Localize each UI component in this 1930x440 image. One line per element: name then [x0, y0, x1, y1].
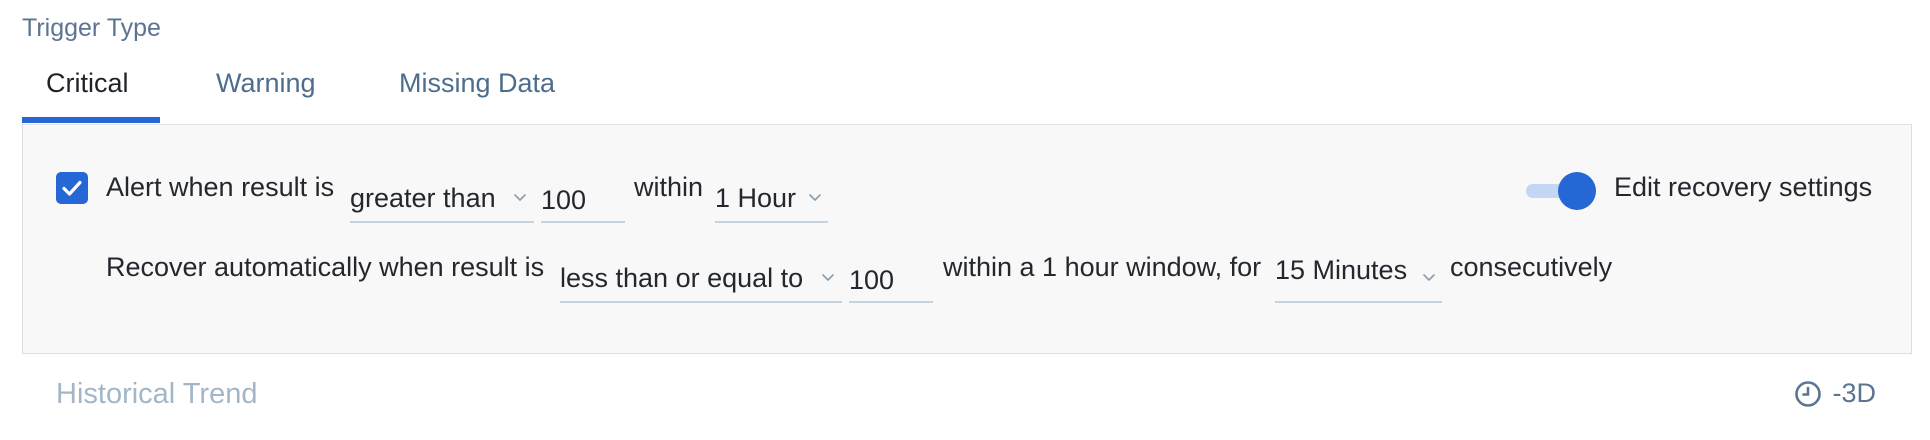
toggle-knob	[1558, 172, 1596, 210]
recover-threshold-value: 100	[849, 265, 895, 295]
critical-settings-panel	[22, 124, 1912, 354]
alert-comparator-value: greater than	[350, 183, 496, 213]
chevron-down-icon	[822, 274, 834, 281]
trigger-type-label: Trigger Type	[22, 14, 161, 42]
recovery-settings-toggle[interactable]	[1526, 171, 1596, 211]
recover-window-text: within a 1 hour window, for	[943, 252, 1262, 282]
tab-missing-data[interactable]: Missing Data	[399, 68, 555, 99]
active-tab-indicator	[22, 117, 160, 123]
tab-critical[interactable]: Critical	[46, 68, 129, 99]
alert-window-select[interactable]: 1 Hour	[715, 173, 828, 223]
chevron-down-icon	[1423, 274, 1435, 281]
alert-window-value: 1 Hour	[715, 183, 797, 213]
recover-comparator-value: less than or equal to	[560, 263, 804, 293]
chevron-down-icon	[514, 194, 526, 201]
alert-prefix-text: Alert when result is	[106, 172, 335, 202]
recover-suffix-text: consecutively	[1450, 252, 1613, 282]
alert-threshold-value: 100	[541, 185, 587, 215]
alert-enabled-checkbox[interactable]	[56, 172, 88, 204]
historical-trend-title: Historical Trend	[56, 378, 258, 410]
check-icon	[62, 180, 82, 196]
time-range-selector[interactable]: -3D	[1794, 378, 1876, 409]
recover-duration-value: 15 Minutes	[1275, 255, 1408, 285]
alert-threshold-input[interactable]: 100	[541, 173, 625, 223]
tab-warning[interactable]: Warning	[216, 68, 316, 99]
recover-duration-select[interactable]: 15 Minutes	[1275, 253, 1442, 303]
alert-within-text: within	[634, 172, 704, 202]
clock-icon	[1795, 380, 1822, 407]
alert-comparator-select[interactable]: greater than	[350, 173, 534, 223]
recover-comparator-select[interactable]: less than or equal to	[560, 253, 842, 303]
chevron-down-icon	[809, 194, 821, 201]
recover-threshold-input[interactable]: 100	[849, 253, 933, 303]
time-range-label: -3D	[1832, 378, 1876, 408]
recovery-toggle-label: Edit recovery settings	[1614, 172, 1873, 202]
trigger-tabs: Critical Warning Missing Data	[22, 64, 1912, 124]
recover-prefix-text: Recover automatically when result is	[106, 252, 545, 282]
